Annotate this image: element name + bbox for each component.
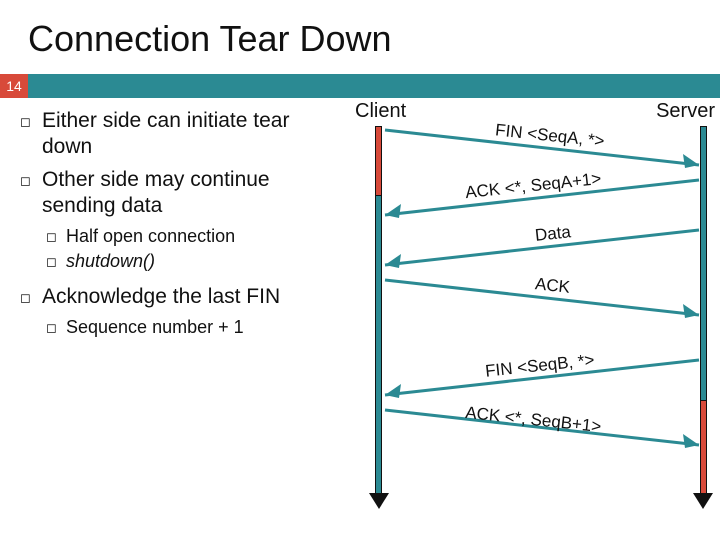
bullet-list: ◻ Either side can initiate tear down ◻ O… <box>0 108 340 339</box>
arrow-down-icon <box>693 493 713 509</box>
message-arrow: Data <box>385 230 699 231</box>
message-arrow: FIN <SeqA, *> <box>385 130 699 131</box>
bullet-item: ◻ Either side can initiate tear down <box>20 108 340 161</box>
message-arrow: ACK <*, SeqB+1> <box>385 410 699 411</box>
message-arrow: FIN <SeqB, *> <box>385 360 699 361</box>
slide-title: Connection Tear Down <box>0 0 720 74</box>
server-lifeline-active <box>700 400 707 496</box>
bullet-text: Half open connection <box>66 225 340 248</box>
page-number-badge: 14 <box>0 74 28 98</box>
bullet-text: shutdown() <box>66 250 340 273</box>
bullet-icon: ◻ <box>20 108 42 161</box>
bullet-item: ◻ Other side may continue sending data <box>20 167 340 220</box>
bullet-icon: ◻ <box>20 284 42 310</box>
sub-bullet-item: ◻ Sequence number + 1 <box>46 316 340 339</box>
bullet-item: ◻ Acknowledge the last FIN <box>20 284 340 310</box>
arrow-down-icon <box>369 493 389 509</box>
accent-bar: 14 <box>0 74 720 98</box>
bullet-icon: ◻ <box>46 225 66 248</box>
message-label: Data <box>534 222 572 246</box>
message-label: ACK <box>534 274 571 298</box>
bullet-text: Sequence number + 1 <box>66 316 340 339</box>
sub-bullet-item: ◻ shutdown() <box>46 250 340 273</box>
slide-body: ◻ Either side can initiate tear down ◻ O… <box>0 98 720 339</box>
bullet-text: Either side can initiate tear down <box>42 108 340 161</box>
bullet-icon: ◻ <box>46 316 66 339</box>
client-lifeline-active <box>375 126 382 196</box>
client-label: Client <box>355 100 406 123</box>
sequence-diagram: Client Server FIN <SeqA, *> ACK <*, SeqA… <box>355 100 715 520</box>
sub-bullet-item: ◻ Half open connection <box>46 225 340 248</box>
bullet-text: Other side may continue sending data <box>42 167 340 220</box>
server-label: Server <box>656 100 715 123</box>
message-arrow: ACK <box>385 280 699 281</box>
bullet-icon: ◻ <box>46 250 66 273</box>
message-arrow: ACK <*, SeqA+1> <box>385 180 699 181</box>
bullet-icon: ◻ <box>20 167 42 220</box>
bullet-text: Acknowledge the last FIN <box>42 284 340 310</box>
